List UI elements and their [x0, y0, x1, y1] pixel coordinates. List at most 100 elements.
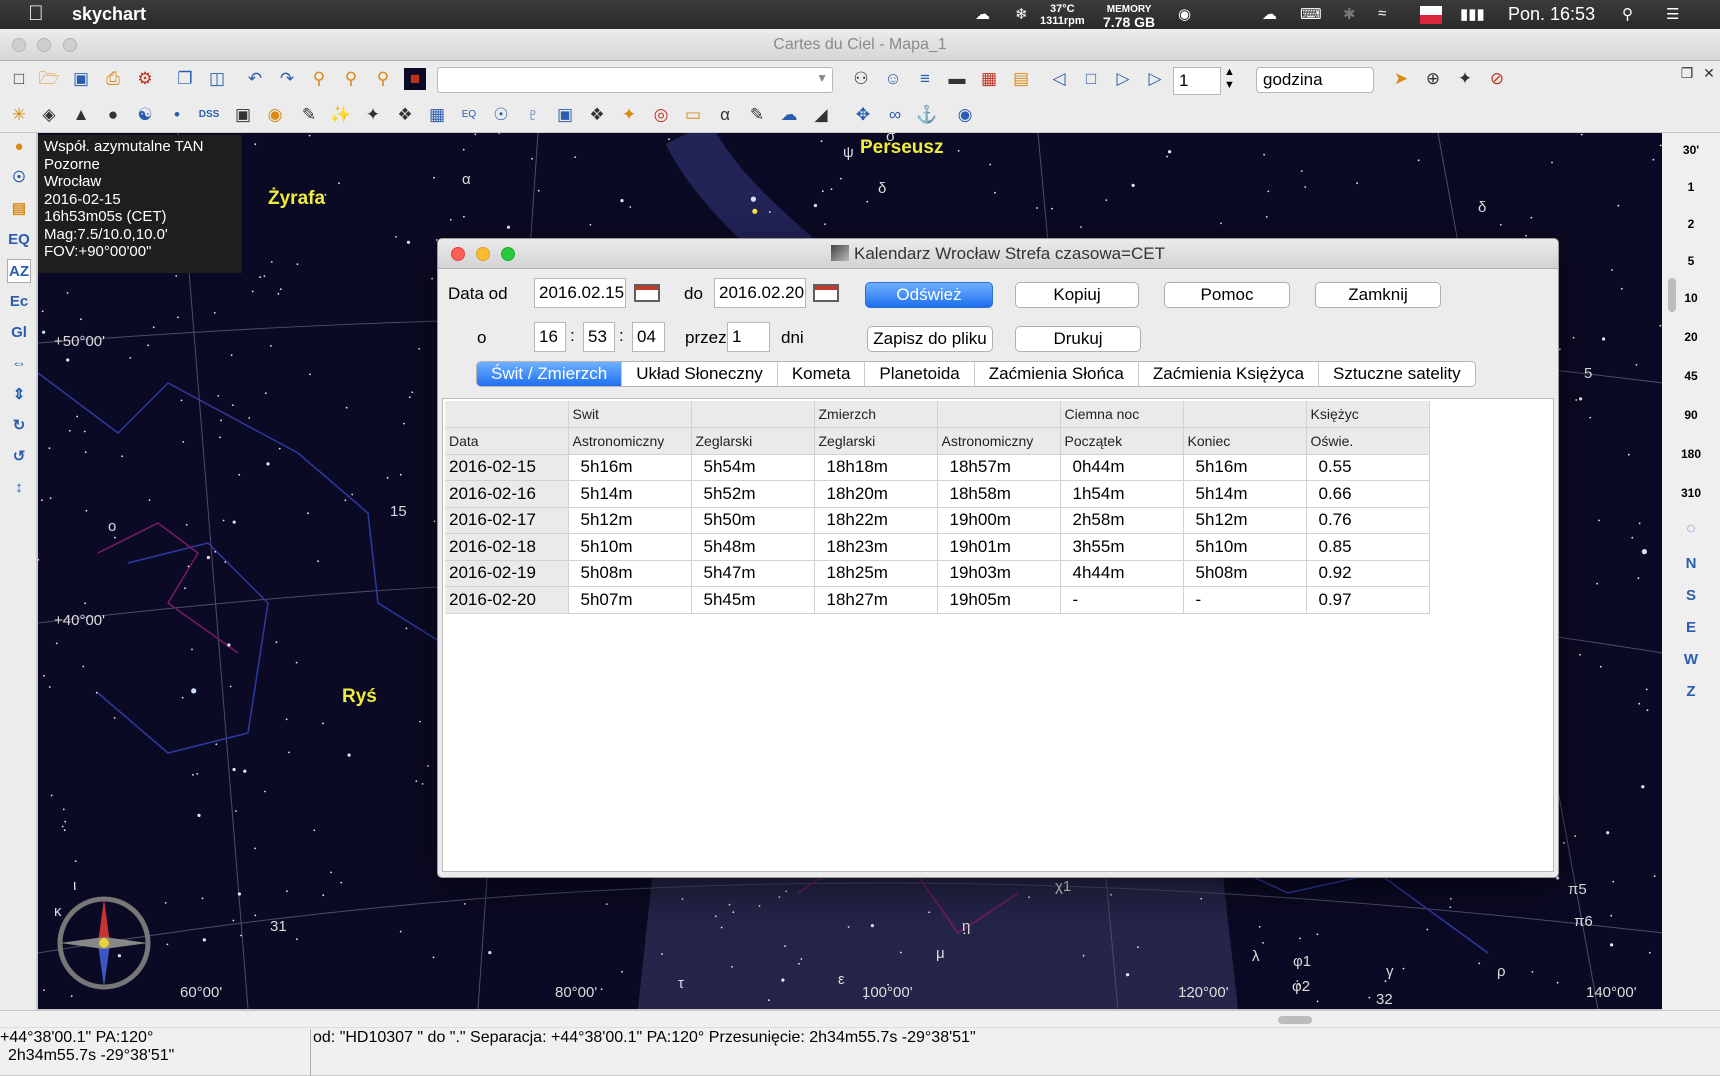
- spotlight-icon[interactable]: ⚲: [1622, 5, 1633, 23]
- horizon-icon[interactable]: ▬: [946, 68, 968, 90]
- stars-icon[interactable]: ✳: [8, 104, 30, 126]
- battery-icon[interactable]: ▮▮▮: [1460, 5, 1485, 23]
- list-icon[interactable]: ≡: [914, 68, 936, 90]
- compass-icon[interactable]: ☉: [490, 104, 512, 126]
- calendar-icon[interactable]: ▦: [978, 68, 1000, 90]
- fov-button[interactable]: 180: [1662, 447, 1720, 461]
- brush-icon[interactable]: ❖: [586, 104, 608, 126]
- direction-button-w[interactable]: W: [1662, 651, 1720, 668]
- polish-flag-icon[interactable]: [1420, 6, 1442, 24]
- asteroid-icon[interactable]: ☯: [134, 104, 156, 126]
- settings-gear-icon[interactable]: ⚙: [134, 68, 156, 90]
- az-mode-button[interactable]: AZ: [7, 259, 31, 283]
- table-row[interactable]: 2016-02-19 5h08m 5h47m 18h25m 19h03m 4h44m 5h0…: [445, 560, 1430, 587]
- table-row[interactable]: 2016-02-20 5h07m 5h45m 18h27m 19h05m - -0.97: [445, 586, 1430, 614]
- nebula-icon[interactable]: ◈: [38, 104, 60, 126]
- alpha-icon[interactable]: α: [714, 104, 736, 126]
- step-stepper-icon[interactable]: ▲ ▼: [1224, 66, 1235, 92]
- fov-button[interactable]: 30': [1662, 143, 1720, 157]
- link-icon[interactable]: ∞: [884, 104, 906, 126]
- step-back-icon[interactable]: ◁: [1048, 68, 1070, 90]
- flip-horizontal-icon[interactable]: ⇔: [7, 352, 31, 376]
- bulb-icon[interactable]: ◉: [264, 104, 286, 126]
- fast-forward-icon[interactable]: ▷​: [1144, 68, 1166, 90]
- status-circle-icon[interactable]: ◉: [1178, 5, 1191, 23]
- night-vision-icon[interactable]: ■: [404, 68, 426, 90]
- dss-icon[interactable]: DSS: [198, 104, 220, 126]
- dot-icon[interactable]: •: [166, 104, 188, 126]
- fov-button[interactable]: 1: [1662, 180, 1720, 194]
- rotate-cw-icon[interactable]: ↻: [7, 414, 31, 438]
- new-file-icon[interactable]: □: [8, 68, 30, 90]
- binoculars-icon[interactable]: ⚇: [850, 68, 872, 90]
- pencil-icon[interactable]: ✎: [298, 104, 320, 126]
- hour-input[interactable]: 16: [534, 322, 566, 352]
- gl-mode-button[interactable]: Gl: [7, 321, 31, 345]
- step-value-input[interactable]: 1: [1173, 67, 1221, 95]
- ec-mode-button[interactable]: Ec: [7, 290, 31, 314]
- tab-5[interactable]: Zaćmienia Księżyca: [1139, 362, 1320, 386]
- horizontal-scrollbar[interactable]: [1278, 1016, 1312, 1024]
- stop-icon[interactable]: □: [1080, 68, 1102, 90]
- tab-1[interactable]: Układ Słoneczny: [622, 362, 778, 386]
- copy-button[interactable]: Kopiuj: [1015, 282, 1139, 308]
- table-row[interactable]: 2016-02-17 5h12m 5h50m 18h22m 19h00m 2h58m 5h1…: [445, 507, 1430, 534]
- help-button[interactable]: Pomoc: [1164, 282, 1290, 308]
- app-menu-name[interactable]: skychart: [72, 4, 146, 25]
- camera-icon[interactable]: ▣: [232, 104, 254, 126]
- fov-button[interactable]: 310: [1662, 486, 1720, 500]
- eq-grid-icon[interactable]: EQ: [458, 104, 480, 126]
- fov-button[interactable]: 45: [1662, 369, 1720, 383]
- chart-home-icon[interactable]: ●: [7, 135, 31, 159]
- search-input[interactable]: ▼: [437, 67, 833, 93]
- pointer-icon[interactable]: ✦: [618, 104, 640, 126]
- bluetooth-icon[interactable]: ✱: [1343, 5, 1356, 23]
- direction-button-s[interactable]: S: [1662, 587, 1720, 604]
- minute-input[interactable]: 53: [583, 322, 615, 352]
- play-forward-icon[interactable]: ▷: [1112, 68, 1134, 90]
- target-icon[interactable]: ◎: [650, 104, 672, 126]
- open-folder-icon[interactable]: 🗁: [38, 68, 60, 90]
- fov-button[interactable]: 2: [1662, 217, 1720, 231]
- observer-icon[interactable]: ☺: [882, 68, 904, 90]
- vertical-scrollbar[interactable]: [1668, 278, 1676, 312]
- notes-icon[interactable]: ▤: [7, 197, 31, 221]
- close-button[interactable]: Zamknij: [1315, 282, 1441, 308]
- fov-button[interactable]: 5: [1662, 254, 1720, 268]
- apple-icon[interactable]: : [28, 2, 44, 26]
- calendar-picker-icon[interactable]: [634, 284, 660, 302]
- cloud-icon[interactable]: ☁: [975, 5, 990, 23]
- crosshair-icon[interactable]: ⊕: [1422, 68, 1444, 90]
- grid-icon[interactable]: ▦: [426, 104, 448, 126]
- print-button[interactable]: Drukuj: [1015, 326, 1141, 352]
- dialog-close-button[interactable]: [451, 247, 465, 261]
- save-icon[interactable]: ▣: [70, 68, 92, 90]
- fov-button[interactable]: 20: [1662, 330, 1720, 344]
- figure-icon[interactable]: ♇: [522, 104, 544, 126]
- fan-icon[interactable]: ❄: [1015, 5, 1028, 23]
- milky-way-icon[interactable]: ●: [102, 104, 124, 126]
- split-view-icon[interactable]: ◫: [206, 68, 228, 90]
- animation-icon[interactable]: ▤: [1010, 68, 1032, 90]
- save-to-file-button[interactable]: Zapisz do pliku: [867, 326, 993, 352]
- dialog-zoom-button[interactable]: [501, 247, 515, 261]
- table-row[interactable]: 2016-02-18 5h10m 5h48m 18h23m 19h01m 3h55m 5h1…: [445, 533, 1430, 561]
- anchor-icon[interactable]: ⚓: [916, 104, 938, 126]
- redo-icon[interactable]: ↷: [276, 68, 298, 90]
- results-grid[interactable]: Swit Zmierzch Ciemna noc Księżyc Data Astrono…: [442, 398, 1554, 872]
- undo-icon[interactable]: ↶: [244, 68, 266, 90]
- direction-button-e[interactable]: E: [1662, 619, 1720, 636]
- zoom-out-icon[interactable]: ⚲: [340, 68, 362, 90]
- flip-vertical-icon[interactable]: ⇕: [7, 383, 31, 407]
- cloud-chart-icon[interactable]: ☁: [778, 104, 800, 126]
- constellation-lines-icon[interactable]: ✨: [330, 104, 352, 126]
- disconnect-icon[interactable]: ⊘: [1486, 68, 1508, 90]
- tools-icon[interactable]: ✦: [1454, 68, 1476, 90]
- time-unit-select[interactable]: godzina: [1256, 67, 1374, 93]
- table-row[interactable]: 2016-02-15 5h16m 5h54m 18h18m 18h57m 0h44m 5h1…: [445, 454, 1430, 481]
- zoom-fit-icon[interactable]: ⚲: [372, 68, 394, 90]
- tab-6[interactable]: Sztuczne satelity: [1319, 362, 1475, 386]
- telescope-icon[interactable]: ➤: [1390, 68, 1412, 90]
- move-icon[interactable]: ✥: [852, 104, 874, 126]
- ruler-icon[interactable]: ▭: [682, 104, 704, 126]
